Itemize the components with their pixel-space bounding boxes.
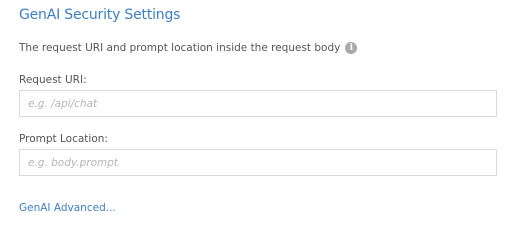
request-uri-label: Request URI:	[19, 74, 87, 86]
genai-advanced-link[interactable]: GenAI Advanced...	[19, 202, 116, 214]
description-text: The request URI and prompt location insi…	[19, 42, 341, 54]
genai-security-settings-panel: GenAI Security Settings The request URI …	[0, 0, 509, 228]
prompt-location-input[interactable]	[19, 149, 497, 176]
info-icon[interactable]: i	[345, 42, 358, 54]
prompt-location-label: Prompt Location:	[19, 133, 108, 145]
section-description: The request URI and prompt location insi…	[19, 42, 358, 54]
section-title: GenAI Security Settings	[19, 7, 181, 23]
request-uri-input[interactable]	[19, 90, 497, 117]
